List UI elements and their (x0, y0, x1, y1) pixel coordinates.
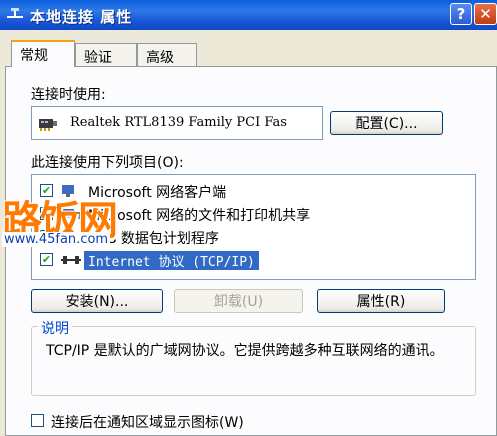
items-section-label: 此连接使用下列项目(O): (31, 155, 184, 171)
notify-label: 连接后在通知区域显示图标(W) (51, 415, 244, 431)
tab-advanced[interactable]: 高级 (137, 43, 197, 66)
description-text: TCP/IP 是默认的广域网协议。它提供跨越多种互联网络的通讯。 (46, 343, 444, 359)
item-label: Internet 协议 (TCP/IP) (84, 251, 259, 270)
file-share-icon (62, 209, 82, 219)
tab-label: 常规 (20, 48, 48, 64)
help-button[interactable]: ? (450, 3, 472, 25)
qos-icon (62, 232, 78, 242)
tab-label: 验证 (84, 50, 112, 66)
list-item-selected[interactable]: ✔ Internet 协议 (TCP/IP) (32, 249, 475, 271)
item-checkbox[interactable]: ✔ (40, 230, 53, 243)
network-client-icon (62, 185, 74, 197)
description-legend: 说明 (38, 318, 72, 338)
configure-button[interactable]: 配置(C)... (330, 111, 443, 135)
item-checkbox[interactable]: ✔ (40, 184, 53, 197)
tab-general[interactable]: 常规 (11, 40, 75, 67)
item-checkbox[interactable]: ✔ (40, 207, 53, 220)
connect-using-label: 连接时使用: (31, 87, 106, 103)
tab-label: 高级 (146, 50, 174, 66)
network-connection-icon (7, 8, 23, 18)
window-title: 本地连接 属性 (30, 8, 133, 26)
item-label: Microsoft 网络客户端 (88, 185, 227, 201)
properties-button[interactable]: 属性(R) (317, 289, 445, 313)
help-icon: ? (456, 5, 466, 23)
description-group (31, 326, 476, 396)
close-button[interactable]: ✕ (474, 3, 497, 25)
title-bar[interactable]: 本地连接 属性 ? ✕ (0, 0, 497, 30)
item-checkbox[interactable]: ✔ (40, 253, 53, 266)
install-button[interactable]: 安装(N)... (31, 289, 163, 313)
tab-authentication[interactable]: 验证 (75, 43, 137, 66)
list-item[interactable]: ✔ Microsoft 网络的文件和打印机共享 (32, 203, 475, 225)
protocol-icon (61, 256, 81, 264)
install-label: 安装(N)... (65, 294, 129, 310)
tab-strip: 常规 验证 高级 (0, 40, 497, 67)
notify-checkbox[interactable] (31, 414, 44, 427)
list-item[interactable]: ✔ Microsoft 网络客户端 (32, 180, 475, 202)
uninstall-label: 卸载(U) (213, 294, 264, 310)
item-label: Microsoft 网络的文件和打印机共享 (88, 208, 311, 224)
uninstall-button: 卸载(U) (174, 289, 303, 313)
close-icon: ✕ (479, 5, 492, 23)
components-list[interactable]: ✔ Microsoft 网络客户端 ✔ Microsoft 网络的文件和打印机共… (31, 174, 476, 280)
configure-label: 配置(C)... (355, 116, 418, 132)
network-card-icon (39, 119, 57, 131)
adapter-name: Realtek RTL8139 Family PCI Fas (70, 115, 287, 130)
adapter-device-box: Realtek RTL8139 Family PCI Fas (31, 106, 323, 140)
properties-label: 属性(R) (356, 294, 406, 310)
list-item[interactable]: ✔ QoS 数据包计划程序 (32, 226, 475, 248)
item-label: QoS 数据包计划程序 (88, 231, 219, 247)
